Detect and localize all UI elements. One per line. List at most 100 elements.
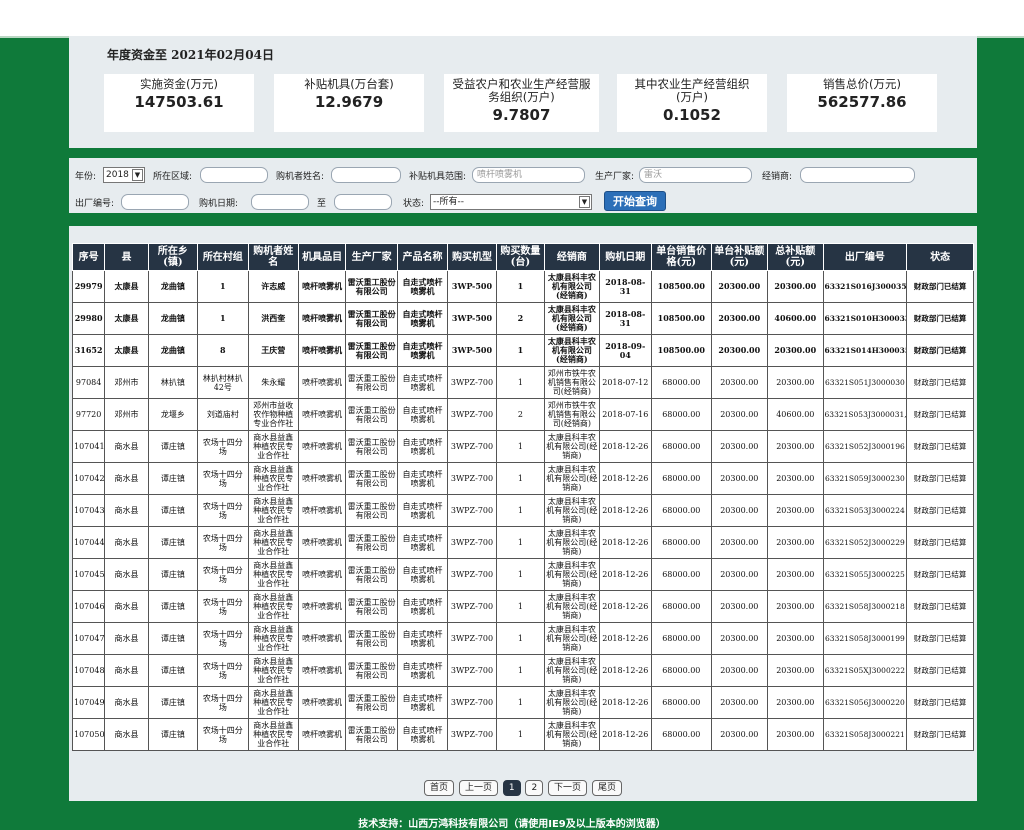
table-cell: 63321S052J3000229 <box>822 526 908 559</box>
column-header: 所在村组 <box>197 243 249 271</box>
table-cell: 2018-07-16 <box>598 398 653 431</box>
table-cell: 喷杆喷雾机 <box>297 430 347 463</box>
prev-page-button[interactable]: 上一页 <box>458 780 498 796</box>
table-row[interactable]: 107049 商水县 谭庄镇 农场十四分场 商水县益鑫种植农民专业合作社 喷杆喷雾机 雷沃重… <box>71 686 974 719</box>
region-input[interactable] <box>200 167 268 183</box>
column-header: 县 <box>104 243 149 271</box>
table-cell: 68000.00 <box>651 686 712 719</box>
table-cell: 3WPZ-700 <box>447 398 497 431</box>
year-select[interactable]: 2018 ▼ <box>103 167 145 183</box>
region-label: 所在区域: <box>153 172 193 182</box>
column-header: 机具品目 <box>297 243 347 271</box>
table-cell: 商水县 <box>104 430 149 463</box>
table-cell: 太康县科丰农机有限公司(经销商) <box>544 590 600 623</box>
table-row[interactable]: 97720 邓州市 龙堰乡 刘道庙村 邓州市益收农作物种植专业合作社 喷杆喷雾机 雷沃重工股… <box>71 398 974 431</box>
table-row[interactable]: 107050 商水县 谭庄镇 农场十四分场 商水县益鑫种植农民专业合作社 喷杆喷雾机 雷沃重… <box>71 718 974 751</box>
table-row[interactable]: 31652 太康县 龙曲镇 8 王庆营 喷杆喷雾机 雷沃重工股份有限公司 自走式喷杆喷雾机 3W… <box>71 334 974 367</box>
table-row[interactable]: 107043 商水县 谭庄镇 农场十四分场 商水县益鑫种植农民专业合作社 喷杆喷雾机 雷沃重… <box>71 494 974 527</box>
table-row[interactable]: 107041 商水县 谭庄镇 农场十四分场 商水县益鑫种植农民专业合作社 喷杆喷雾机 雷沃重… <box>71 430 974 463</box>
table-cell: 2018-12-26 <box>598 686 653 719</box>
table-cell: 20300.00 <box>710 430 769 463</box>
table-cell: 雷沃重工股份有限公司 <box>345 334 398 367</box>
page-2-button[interactable]: 2 <box>525 780 544 796</box>
date-from-input[interactable] <box>251 194 309 210</box>
maker-label: 生产厂家: <box>595 172 635 182</box>
table-cell: 喷杆喷雾机 <box>297 366 347 399</box>
table-row[interactable]: 107042 商水县 谭庄镇 农场十四分场 商水县益鑫种植农民专业合作社 喷杆喷雾机 雷沃重… <box>71 462 974 495</box>
table-cell: 2018-12-26 <box>598 622 653 655</box>
page-1-button[interactable]: 1 <box>502 780 521 796</box>
query-button[interactable]: 开始查询 <box>604 191 666 211</box>
table-cell: 商水县 <box>104 558 149 591</box>
table-cell: 农场十四分场 <box>197 686 249 719</box>
maker-input[interactable]: 雷沃 <box>639 167 752 183</box>
table-cell: 20300.00 <box>710 366 769 399</box>
table-cell: 3WP-500 <box>447 334 497 367</box>
table-cell: 107046 <box>71 590 106 623</box>
buyer-input[interactable] <box>331 167 401 183</box>
summary-card-machines: 补贴机具(万台套) 12.9679 <box>274 74 424 132</box>
table-cell: 财政部门已结算 <box>906 622 974 655</box>
dealer-input[interactable] <box>800 167 915 183</box>
table-row[interactable]: 29979 太康县 龙曲镇 1 许志威 喷杆喷雾机 雷沃重工股份有限公司 自走式喷杆喷雾机 3W… <box>71 270 974 303</box>
table-cell: 63321S056J3000220 <box>822 686 908 719</box>
table-cell: 喷杆喷雾机 <box>297 398 347 431</box>
table-cell: 谭庄镇 <box>147 430 199 463</box>
table-cell: 107047 <box>71 622 106 655</box>
table-cell: 谭庄镇 <box>147 462 199 495</box>
table-cell: 31652 <box>71 334 106 367</box>
table-row[interactable]: 107048 商水县 谭庄镇 农场十四分场 商水县益鑫种植农民专业合作社 喷杆喷雾机 雷沃重… <box>71 654 974 687</box>
table-cell: 谭庄镇 <box>147 622 199 655</box>
table-cell: 自走式喷杆喷雾机 <box>396 526 449 559</box>
table-cell: 农场十四分场 <box>197 654 249 687</box>
column-header: 产品名称 <box>396 243 449 271</box>
table-cell: 63321S058J3000221 <box>822 718 908 751</box>
table-cell: 谭庄镇 <box>147 494 199 527</box>
footer-text: 技术支持：山西万鸿科技有限公司（请使用IE9及以上版本的浏览器） <box>358 819 666 830</box>
table-cell: 68000.00 <box>651 654 712 687</box>
table-row[interactable]: 107046 商水县 谭庄镇 农场十四分场 商水县益鑫种植农民专业合作社 喷杆喷雾机 雷沃重… <box>71 590 974 623</box>
table-row[interactable]: 107047 商水县 谭庄镇 农场十四分场 商水县益鑫种植农民专业合作社 喷杆喷雾机 雷沃重… <box>71 622 974 655</box>
table-row[interactable]: 97084 邓州市 林扒镇 林扒村林扒42号 朱永耀 喷杆喷雾机 雷沃重工股份有限公司 自走式… <box>71 366 974 399</box>
table-cell: 雷沃重工股份有限公司 <box>345 622 398 655</box>
serial-input[interactable] <box>121 194 189 210</box>
table-cell: 商水县益鑫种植农民专业合作社 <box>247 494 299 527</box>
table-cell: 20300.00 <box>767 366 824 399</box>
table-cell: 财政部门已结算 <box>906 686 974 719</box>
table-row[interactable]: 29980 太康县 龙曲镇 1 洪西奎 喷杆喷雾机 雷沃重工股份有限公司 自走式喷杆喷雾机 3W… <box>71 302 974 335</box>
table-cell: 龙堰乡 <box>147 398 199 431</box>
table-cell: 商水县 <box>104 526 149 559</box>
scope-input[interactable]: 喷杆喷雾机 <box>472 167 585 183</box>
table-cell: 商水县益鑫种植农民专业合作社 <box>247 590 299 623</box>
date-to-input[interactable] <box>334 194 392 210</box>
table-cell: 雷沃重工股份有限公司 <box>345 366 398 399</box>
next-page-button[interactable]: 下一页 <box>548 780 588 796</box>
table-cell: 68000.00 <box>651 398 712 431</box>
table-cell: 108500.00 <box>651 270 712 303</box>
table-cell: 20300.00 <box>710 558 769 591</box>
first-page-button[interactable]: 首页 <box>424 780 455 796</box>
table-cell: 商水县益鑫种植农民专业合作社 <box>247 686 299 719</box>
table-cell: 自走式喷杆喷雾机 <box>396 334 449 367</box>
table-cell: 喷杆喷雾机 <box>297 622 347 655</box>
table-cell: 喷杆喷雾机 <box>297 494 347 527</box>
table-row[interactable]: 107044 商水县 谭庄镇 农场十四分场 商水县益鑫种植农民专业合作社 喷杆喷雾机 雷沃重… <box>71 526 974 559</box>
card-label: 实施资金(万元) <box>140 77 218 91</box>
table-cell: 商水县益鑫种植农民专业合作社 <box>247 430 299 463</box>
table-cell: 喷杆喷雾机 <box>297 526 347 559</box>
table-cell: 1 <box>495 622 546 655</box>
table-cell: 喷杆喷雾机 <box>297 558 347 591</box>
table-cell: 商水县益鑫种植农民专业合作社 <box>247 718 299 751</box>
table-cell: 20300.00 <box>710 462 769 495</box>
table-cell: 2018-12-26 <box>598 654 653 687</box>
table-cell: 2 <box>495 398 546 431</box>
table-cell: 农场十四分场 <box>197 590 249 623</box>
status-select[interactable]: --所有-- ▼ <box>430 194 592 210</box>
table-row[interactable]: 107045 商水县 谭庄镇 农场十四分场 商水县益鑫种植农民专业合作社 喷杆喷雾机 雷沃重… <box>71 558 974 591</box>
table-cell: 农场十四分场 <box>197 718 249 751</box>
table-cell: 财政部门已结算 <box>906 494 974 527</box>
table-cell: 雷沃重工股份有限公司 <box>345 686 398 719</box>
last-page-button[interactable]: 尾页 <box>591 780 622 796</box>
table-cell: 107044 <box>71 526 106 559</box>
column-header: 购机者姓名 <box>247 243 299 271</box>
